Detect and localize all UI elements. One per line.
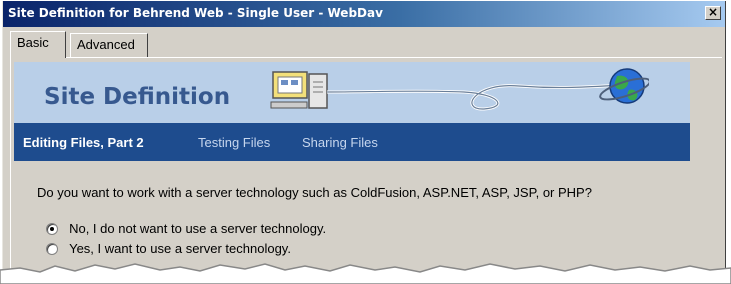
option-no-label[interactable]: No, I do not want to use a server techno… [69, 221, 326, 236]
tab-basic-label: Basic [17, 35, 49, 50]
tab-basic[interactable]: Basic [10, 31, 66, 58]
computer-icon [270, 71, 328, 109]
banner-graphic [270, 68, 649, 111]
wizard-steps-bar: Editing Files, Part 2 Testing Files Shar… [14, 123, 690, 161]
tab-advanced-label: Advanced [77, 37, 135, 52]
radio-selected-dot [50, 226, 54, 231]
title-bar[interactable]: Site Definition for Behrend Web - Single… [3, 1, 725, 27]
torn-edge [0, 263, 731, 284]
close-icon: × [707, 5, 719, 19]
wizard-banner: Site Definition [14, 62, 690, 123]
tab-advanced[interactable]: Advanced [70, 33, 148, 57]
server-technology-question: Do you want to work with a server techno… [37, 185, 592, 200]
radio-no-server-tech[interactable] [46, 222, 58, 235]
window-title: Site Definition for Behrend Web - Single… [8, 6, 383, 20]
close-button[interactable]: × [705, 6, 721, 20]
step-sharing-files: Sharing Files [302, 135, 378, 150]
step-editing-files: Editing Files, Part 2 [23, 135, 144, 150]
step-testing-files: Testing Files [198, 135, 271, 150]
banner-title: Site Definition [44, 84, 231, 110]
option-no-server-tech[interactable]: No, I do not want to use a server techno… [46, 218, 326, 236]
